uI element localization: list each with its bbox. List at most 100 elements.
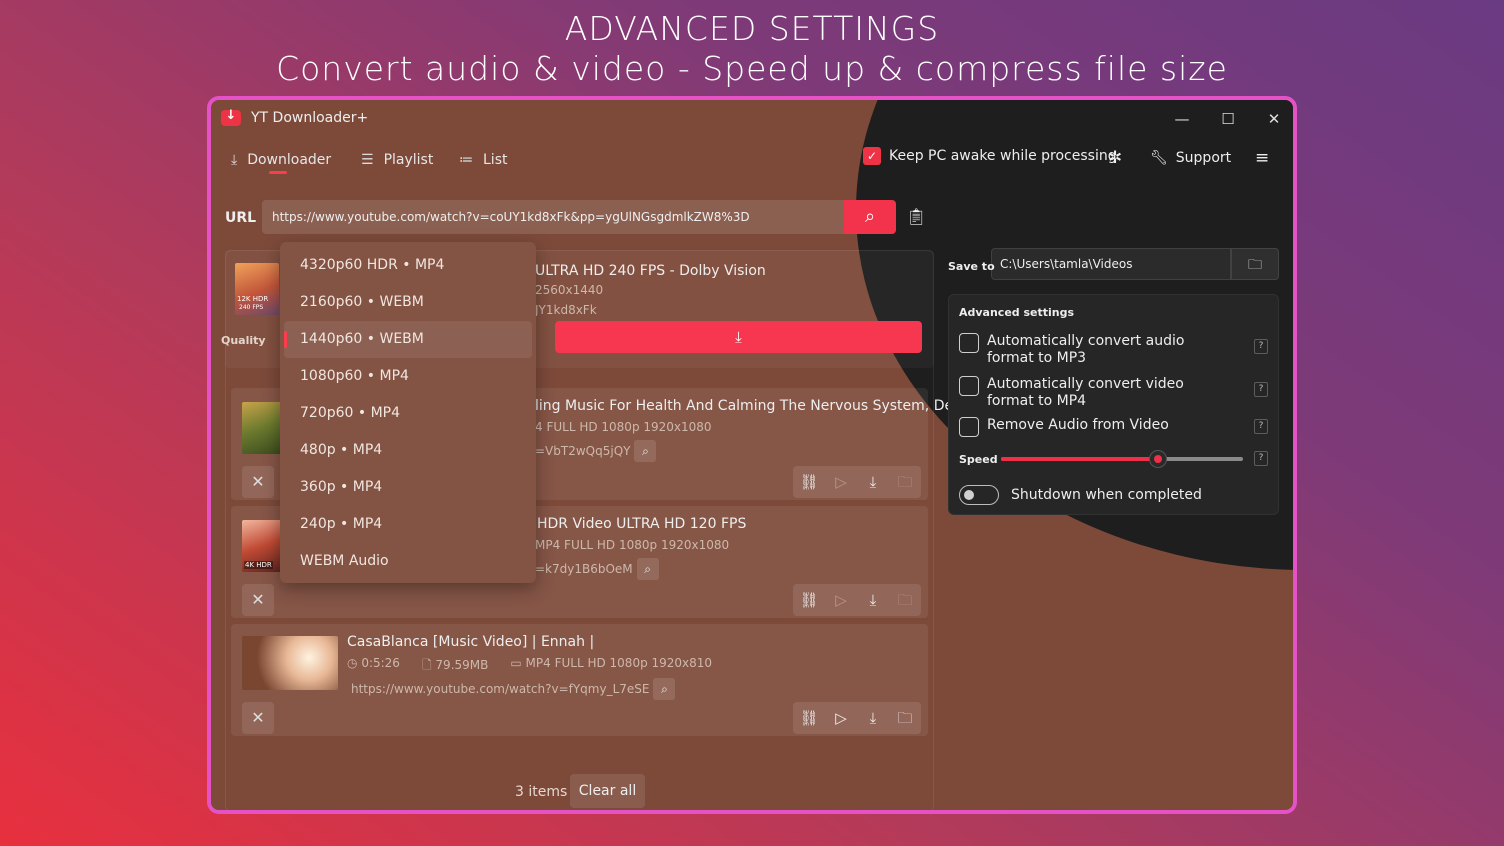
quality-option[interactable]: 360p • MP4 xyxy=(284,469,532,506)
help-icon[interactable]: ? xyxy=(1254,451,1268,466)
checkbox[interactable] xyxy=(959,376,979,396)
item-title: HDR Video ULTRA HD 120 FPS xyxy=(537,516,747,532)
item-count: 3 items xyxy=(515,784,568,800)
item-url: =VbT2wQq5jQY ⌕ xyxy=(535,440,657,462)
convert-video-option[interactable]: Automatically convert video format to MP… xyxy=(959,376,1229,410)
clear-all-button[interactable]: Clear all xyxy=(570,774,645,808)
save-to-label: Save to xyxy=(948,260,995,273)
minimize-button[interactable]: — xyxy=(1159,106,1205,132)
quality-option[interactable]: 4320p60 HDR • MP4 xyxy=(284,247,532,284)
help-icon[interactable]: ? xyxy=(1254,339,1268,354)
download-icon[interactable]: ⤓ xyxy=(857,466,889,498)
convert-audio-label: Automatically convert audio format to MP… xyxy=(987,333,1185,366)
video-icon: ▭ xyxy=(510,656,522,670)
open-folder-icon[interactable]: 🗀︎ xyxy=(889,584,921,616)
item-meta: MP4 FULL HD 1080p 1920x1080 xyxy=(535,538,730,552)
download-icon[interactable]: ⤓ xyxy=(857,702,889,734)
remove-item-button[interactable]: ✕ xyxy=(242,584,274,616)
quality-option-selected[interactable]: 1440p60 • WEBM xyxy=(284,321,532,358)
search-icon[interactable]: ⌕ xyxy=(634,440,657,462)
link-icon[interactable]: ⛓ xyxy=(793,584,825,616)
quality-option[interactable]: 1080p60 • MP4 xyxy=(284,358,532,395)
shutdown-toggle[interactable] xyxy=(959,485,999,505)
speed-slider[interactable] xyxy=(1001,450,1243,468)
maximize-button[interactable]: ☐ xyxy=(1205,106,1251,132)
tab-playlist-label: Playlist xyxy=(383,152,434,168)
app-title: YT Downloader+ xyxy=(251,110,369,126)
remove-audio-label: Remove Audio from Video xyxy=(987,417,1169,433)
download-icon: ⤓ xyxy=(735,328,742,346)
menu-icon[interactable]: ≡ xyxy=(1255,148,1269,168)
keep-awake-label: Keep PC awake while processing xyxy=(889,148,1117,164)
browse-folder-button[interactable]: 🗀︎ xyxy=(1231,248,1279,280)
download-icon: ⤓ xyxy=(231,152,238,168)
clock-icon: ◷ xyxy=(347,656,358,670)
quality-option[interactable]: 240p • MP4 xyxy=(284,506,532,543)
checkbox[interactable] xyxy=(959,333,979,353)
quality-option[interactable]: WEBM Audio xyxy=(284,543,532,580)
tab-downloader[interactable]: ⤓ Downloader xyxy=(231,152,331,168)
speed-slider-handle[interactable] xyxy=(1149,450,1168,468)
item-url: =k7dy1B6bOeM ⌕ xyxy=(535,558,659,580)
paste-icon[interactable]: 📋︎ xyxy=(906,207,926,226)
convert-video-label: Automatically convert video format to MP… xyxy=(987,376,1184,409)
advanced-settings-panel: Advanced settings Automatically convert … xyxy=(948,294,1279,515)
convert-audio-option[interactable]: Automatically convert audio format to MP… xyxy=(959,333,1229,367)
url-label: URL xyxy=(225,210,257,226)
current-id: JY1kd8xFk xyxy=(535,303,597,317)
tab-list[interactable]: ≔ List xyxy=(459,152,507,168)
support-button[interactable]: 🔧︎ Support xyxy=(1150,150,1231,166)
support-label: Support xyxy=(1175,150,1232,166)
item-actions: ⛓ ▷ ⤓ 🗀︎ xyxy=(793,702,921,734)
item-title: CasaBlanca [Music Video] | Ennah | xyxy=(347,634,595,650)
item-thumbnail xyxy=(242,402,282,454)
save-to-path[interactable]: C:\Users\tamla\Videos xyxy=(991,248,1231,280)
item-meta: ◷ 0:5:26 🗋︎ 79.59MB ▭ MP4 FULL HD 1080p … xyxy=(347,656,712,677)
community-icon[interactable]: ✲ xyxy=(1108,148,1122,168)
remove-audio-option[interactable]: Remove Audio from Video xyxy=(959,417,1229,437)
quality-label: Quality xyxy=(221,334,266,347)
item-thumbnail: 4K HDR xyxy=(242,520,282,572)
open-folder-icon[interactable]: 🗀︎ xyxy=(889,466,921,498)
tab-list-label: List xyxy=(483,152,508,168)
title-bar: YT Downloader+ — ☐ ✕ xyxy=(211,100,1293,138)
download-icon[interactable]: ⤓ xyxy=(857,584,889,616)
duration: ◷ 0:5:26 xyxy=(347,656,400,670)
open-folder-icon[interactable]: 🗀︎ xyxy=(889,702,921,734)
checkbox[interactable] xyxy=(959,417,979,437)
playlist-icon: ☰ xyxy=(361,152,374,168)
link-icon[interactable]: ⛓ xyxy=(793,466,825,498)
app-window: YT Downloader+ — ☐ ✕ ⤓ Downloader ☰ Play… xyxy=(207,96,1297,814)
search-button[interactable]: ⌕ xyxy=(844,200,896,234)
headline-subtitle: Convert audio & video - Speed up & compr… xyxy=(276,49,1228,88)
current-thumbnail: 12K HDR 240 FPS xyxy=(235,263,279,315)
headline-title: ADVANCED SETTINGS xyxy=(564,9,940,48)
keep-awake-checkbox[interactable]: ✓ Keep PC awake while processing xyxy=(863,147,1117,165)
app-logo-icon xyxy=(221,108,241,126)
search-icon[interactable]: ⌕ xyxy=(636,558,659,580)
search-icon[interactable]: ⌕ xyxy=(653,678,676,700)
quality-option[interactable]: 2160p60 • WEBM xyxy=(284,284,532,321)
current-title: ULTRA HD 240 FPS - Dolby Vision xyxy=(535,263,766,279)
active-tab-indicator xyxy=(269,171,287,174)
item-thumbnail xyxy=(242,636,338,690)
remove-item-button[interactable]: ✕ xyxy=(242,702,274,734)
headline: ADVANCED SETTINGS Convert audio & video … xyxy=(0,8,1504,88)
quality-option[interactable]: 480p • MP4 xyxy=(284,432,532,469)
help-icon[interactable]: ? xyxy=(1254,419,1268,434)
quality-dropdown[interactable]: 4320p60 HDR • MP4 2160p60 • WEBM 1440p60… xyxy=(280,242,536,583)
quality-option[interactable]: 720p60 • MP4 xyxy=(284,395,532,432)
play-icon[interactable]: ▷ xyxy=(825,702,857,734)
play-icon[interactable]: ▷ xyxy=(825,584,857,616)
remove-item-button[interactable]: ✕ xyxy=(242,466,274,498)
wrench-icon: 🔧︎ xyxy=(1150,150,1168,166)
tab-playlist[interactable]: ☰ Playlist xyxy=(361,152,433,168)
close-button[interactable]: ✕ xyxy=(1251,106,1293,132)
link-icon[interactable]: ⛓ xyxy=(793,702,825,734)
url-input[interactable]: https://www.youtube.com/watch?v=coUY1kd8… xyxy=(262,200,844,234)
play-icon[interactable]: ▷ xyxy=(825,466,857,498)
speed-label: Speed xyxy=(959,453,998,466)
help-icon[interactable]: ? xyxy=(1254,382,1268,397)
list-icon: ≔ xyxy=(459,152,473,168)
download-button[interactable]: ⤓ xyxy=(555,321,922,353)
